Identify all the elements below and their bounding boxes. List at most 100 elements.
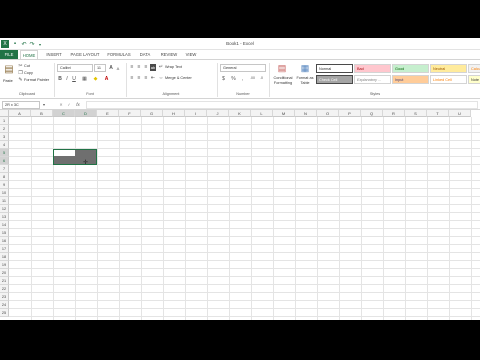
formula-input[interactable] <box>86 101 478 109</box>
cell-style-good[interactable]: Good <box>392 64 429 73</box>
row-header-1[interactable]: 1 <box>0 117 9 125</box>
row-header-7[interactable]: 7 <box>0 165 9 173</box>
name-box-dropdown-icon[interactable]: ▾ <box>42 101 46 109</box>
font-color-icon[interactable]: A <box>103 75 110 83</box>
row-header-15[interactable]: 15 <box>0 229 9 237</box>
column-header-u[interactable]: U <box>449 110 471 117</box>
row-header-20[interactable]: 20 <box>0 269 9 277</box>
conditional-formatting-icon[interactable]: ▤ <box>276 63 288 74</box>
top-align-icon[interactable]: ≡ <box>129 64 135 71</box>
align-right-icon[interactable]: ≡ <box>143 75 149 82</box>
row-header-23[interactable]: 23 <box>0 293 9 301</box>
align-center-icon[interactable]: ≡ <box>136 75 142 82</box>
cell-style-check-cell[interactable]: Check Cell <box>316 75 353 84</box>
column-header-p[interactable]: P <box>339 110 361 117</box>
cut-icon[interactable]: ✂ <box>18 63 23 69</box>
format-painter-button[interactable]: Format Painter <box>24 77 49 83</box>
row-header-12[interactable]: 12 <box>0 205 9 213</box>
row-header-17[interactable]: 17 <box>0 245 9 253</box>
format-painter-icon[interactable]: ✎ <box>18 77 23 83</box>
save-icon[interactable]: ▪ <box>11 40 19 48</box>
cell-style-bad[interactable]: Bad <box>354 64 391 73</box>
conditional-formatting-button[interactable]: Conditional Formatting <box>271 76 295 85</box>
row-header-18[interactable]: 18 <box>0 253 9 261</box>
shrink-font-icon[interactable]: A <box>115 65 121 72</box>
column-header-k[interactable]: K <box>229 110 251 117</box>
copy-button[interactable]: Copy <box>24 70 33 76</box>
cell-style-normal[interactable]: Normal <box>316 64 353 73</box>
tab-home[interactable]: HOME <box>20 50 38 59</box>
format-as-table-button[interactable]: Format as Table <box>296 76 314 85</box>
column-header-b[interactable]: B <box>31 110 53 117</box>
tab-review[interactable]: REVIEW <box>158 50 180 59</box>
column-header-h[interactable]: H <box>163 110 185 117</box>
number-format-select[interactable]: General <box>220 64 266 72</box>
wrap-text-icon[interactable]: ↵ <box>158 64 164 71</box>
column-header-a[interactable]: A <box>9 110 31 117</box>
row-header-19[interactable]: 19 <box>0 261 9 269</box>
percent-button[interactable]: % <box>230 75 237 83</box>
enter-icon[interactable]: ✓ <box>66 101 72 109</box>
column-header-f[interactable]: F <box>119 110 141 117</box>
cell-style-neutral[interactable]: Neutral <box>430 64 467 73</box>
row-header-13[interactable]: 13 <box>0 213 9 221</box>
tab-formulas[interactable]: FORMULAS <box>106 50 132 59</box>
worksheet-grid[interactable]: ABCDEFGHIJKLMNOPQRSTU 1 2 3 4 5 6 7 8 9 10 11 12 13 1… <box>0 110 480 320</box>
merge-center-button[interactable]: Merge & Center <box>165 75 192 81</box>
font-size-select[interactable]: 11 <box>94 64 106 72</box>
column-header-q[interactable]: Q <box>361 110 383 117</box>
borders-icon[interactable]: ▦ <box>81 75 88 83</box>
row-header-11[interactable]: 11 <box>0 197 9 205</box>
fill-color-icon[interactable]: ◆ <box>92 75 99 83</box>
column-header-i[interactable]: I <box>185 110 207 117</box>
row-header-24[interactable]: 24 <box>0 301 9 309</box>
paste-icon[interactable]: ▤ <box>3 63 15 77</box>
column-header-l[interactable]: L <box>251 110 273 117</box>
row-header-16[interactable]: 16 <box>0 237 9 245</box>
active-cell[interactable] <box>54 150 75 156</box>
middle-align-icon[interactable]: ≡ <box>136 64 142 71</box>
column-header-n[interactable]: N <box>295 110 317 117</box>
row-header-2[interactable]: 2 <box>0 125 9 133</box>
tab-data[interactable]: DATA <box>136 50 154 59</box>
decrease-decimal-icon[interactable]: .0 <box>258 75 265 83</box>
column-header-d[interactable]: D <box>75 110 97 117</box>
column-header-o[interactable]: O <box>317 110 339 117</box>
redo-icon[interactable]: ↷ <box>28 40 36 48</box>
merge-center-icon[interactable]: ⇔ <box>158 75 164 82</box>
tab-file[interactable]: FILE <box>0 50 18 59</box>
column-header-m[interactable]: M <box>273 110 295 117</box>
cell-style-linked-cell[interactable]: Linked Cell <box>430 75 467 84</box>
format-as-table-icon[interactable]: ▦ <box>299 63 311 74</box>
grow-font-icon[interactable]: A <box>108 64 114 72</box>
cell-style-note[interactable]: Note <box>468 75 480 84</box>
bold-button[interactable]: B <box>57 75 63 83</box>
tab-page-layout[interactable]: PAGE LAYOUT <box>68 50 102 59</box>
row-header-4[interactable]: 4 <box>0 141 9 149</box>
cell-style-explanatory[interactable]: Explanatory ... <box>354 75 391 84</box>
row-header-21[interactable]: 21 <box>0 277 9 285</box>
row-header-14[interactable]: 14 <box>0 221 9 229</box>
customize-toolbar-icon[interactable]: ▾ <box>36 40 44 48</box>
align-left-icon[interactable]: ≡ <box>129 75 135 82</box>
column-header-e[interactable]: E <box>97 110 119 117</box>
decrease-indent-icon[interactable]: ⇤ <box>150 75 156 82</box>
column-header-r[interactable]: R <box>383 110 405 117</box>
row-header-22[interactable]: 22 <box>0 285 9 293</box>
column-header-c[interactable]: C <box>53 110 75 117</box>
column-header-t[interactable]: T <box>427 110 449 117</box>
cell-style-input[interactable]: Input <box>392 75 429 84</box>
column-header-j[interactable]: J <box>207 110 229 117</box>
row-header-3[interactable]: 3 <box>0 133 9 141</box>
currency-button[interactable]: $ <box>220 75 227 83</box>
underline-button[interactable]: U <box>71 75 77 83</box>
tab-view[interactable]: VIEW <box>183 50 199 59</box>
row-header-25[interactable]: 25 <box>0 309 9 317</box>
italic-button[interactable]: I <box>64 75 70 83</box>
row-header-9[interactable]: 9 <box>0 181 9 189</box>
undo-icon[interactable]: ↶ <box>20 40 28 48</box>
wrap-text-button[interactable]: Wrap Text <box>165 64 182 70</box>
select-all-corner[interactable] <box>0 110 9 117</box>
column-header-g[interactable]: G <box>141 110 163 117</box>
cell-style-calculation[interactable]: Calcul <box>468 64 480 73</box>
